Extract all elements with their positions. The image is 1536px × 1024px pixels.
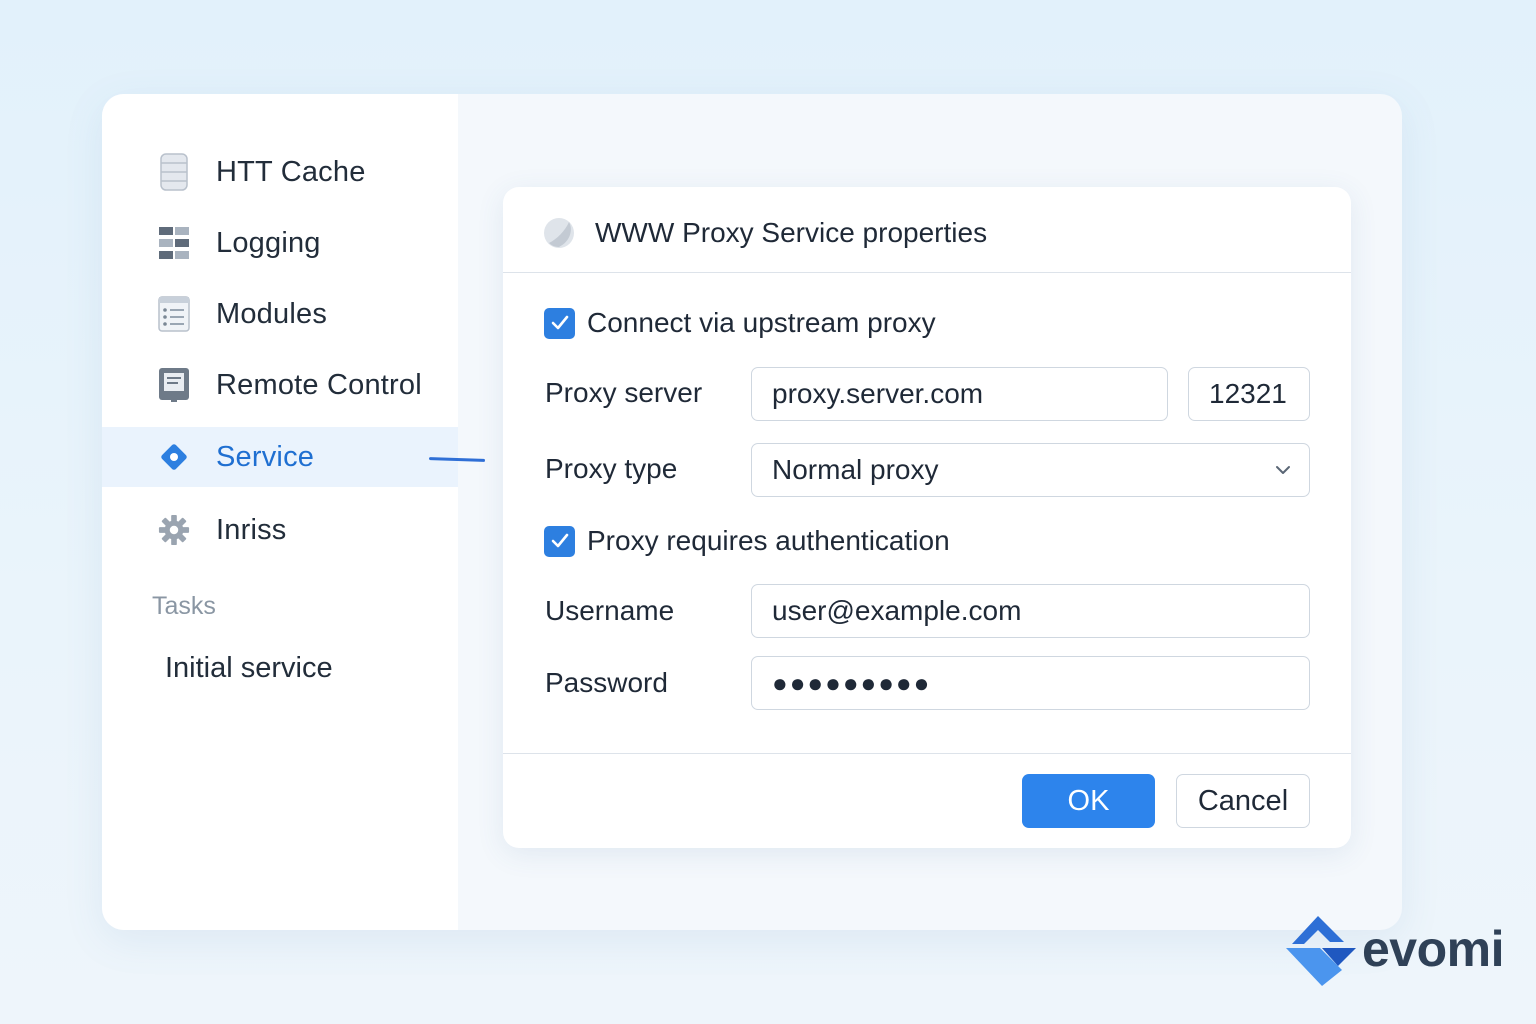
requires-auth-checkbox-row[interactable]: Proxy requires authentication: [544, 525, 950, 557]
sidebar-item-label: HTT Cache: [216, 155, 366, 188]
password-label: Password: [545, 667, 668, 698]
dialog-title: WWW Proxy Service properties: [595, 217, 988, 248]
task-item-initial-service[interactable]: Initial service: [165, 652, 333, 685]
list-icon: [158, 296, 190, 332]
sidebar-item-label: Service: [216, 440, 315, 473]
brand-name: evomi: [1362, 921, 1505, 977]
connect-upstream-checkbox[interactable]: [544, 307, 575, 339]
dialog-header: WWW Proxy Service properties: [503, 187, 1351, 273]
proxy-server-label: Proxy server: [545, 377, 703, 408]
check-icon: [551, 533, 568, 548]
sidebar-item-label: Inriss: [216, 513, 287, 546]
sidebar-item-service[interactable]: Service: [102, 427, 458, 487]
sidebar-item-label: Logging: [216, 226, 321, 259]
proxy-properties-dialog: WWW Proxy Service properties Connect via…: [503, 187, 1351, 848]
globe-icon: [543, 217, 575, 249]
sidebar-item-remote-control[interactable]: Remote Control: [102, 355, 458, 415]
footer-divider: [503, 753, 1351, 754]
brand-logo: evomi: [1282, 914, 1505, 988]
service-diamond-icon: [158, 441, 190, 473]
evomi-logo-icon: [1286, 916, 1356, 986]
username-label: Username: [545, 595, 675, 626]
proxy-type-select[interactable]: Normal proxy: [751, 443, 1310, 497]
requires-auth-checkbox[interactable]: [544, 525, 575, 557]
connect-upstream-checkbox-row[interactable]: Connect via upstream proxy: [544, 307, 936, 339]
connect-upstream-label: Connect via upstream proxy: [587, 307, 936, 338]
proxy-server-port-input[interactable]: 12321: [1188, 367, 1310, 421]
chevron-down-icon: [1276, 466, 1290, 474]
sidebar-item-inriss[interactable]: Inriss: [102, 500, 458, 560]
password-input[interactable]: ●●●●●●●●●: [751, 656, 1310, 710]
sidebar-item-label: Remote Control: [216, 368, 422, 401]
proxy-server-host-input[interactable]: proxy.server.com: [751, 367, 1168, 421]
username-input[interactable]: user@example.com: [751, 584, 1310, 638]
sidebar-item-label: Modules: [216, 297, 328, 330]
tasks-heading: Tasks: [152, 592, 216, 620]
sidebar-item-htt-cache[interactable]: HTT Cache: [102, 142, 458, 202]
cancel-button[interactable]: Cancel: [1176, 774, 1310, 828]
remote-panel-icon: [158, 368, 190, 402]
requires-auth-label: Proxy requires authentication: [587, 525, 950, 556]
database-icon: [158, 153, 190, 191]
sidebar: HTT Cache Logging Modules Remote Control…: [102, 94, 458, 930]
log-table-icon: [158, 227, 190, 259]
ok-button[interactable]: OK: [1022, 774, 1155, 828]
proxy-type-value: Normal proxy: [772, 454, 939, 485]
check-icon: [551, 315, 568, 330]
sidebar-item-logging[interactable]: Logging: [102, 213, 458, 273]
gear-icon: [158, 514, 190, 546]
proxy-type-label: Proxy type: [545, 453, 678, 484]
sidebar-item-modules[interactable]: Modules: [102, 284, 458, 344]
